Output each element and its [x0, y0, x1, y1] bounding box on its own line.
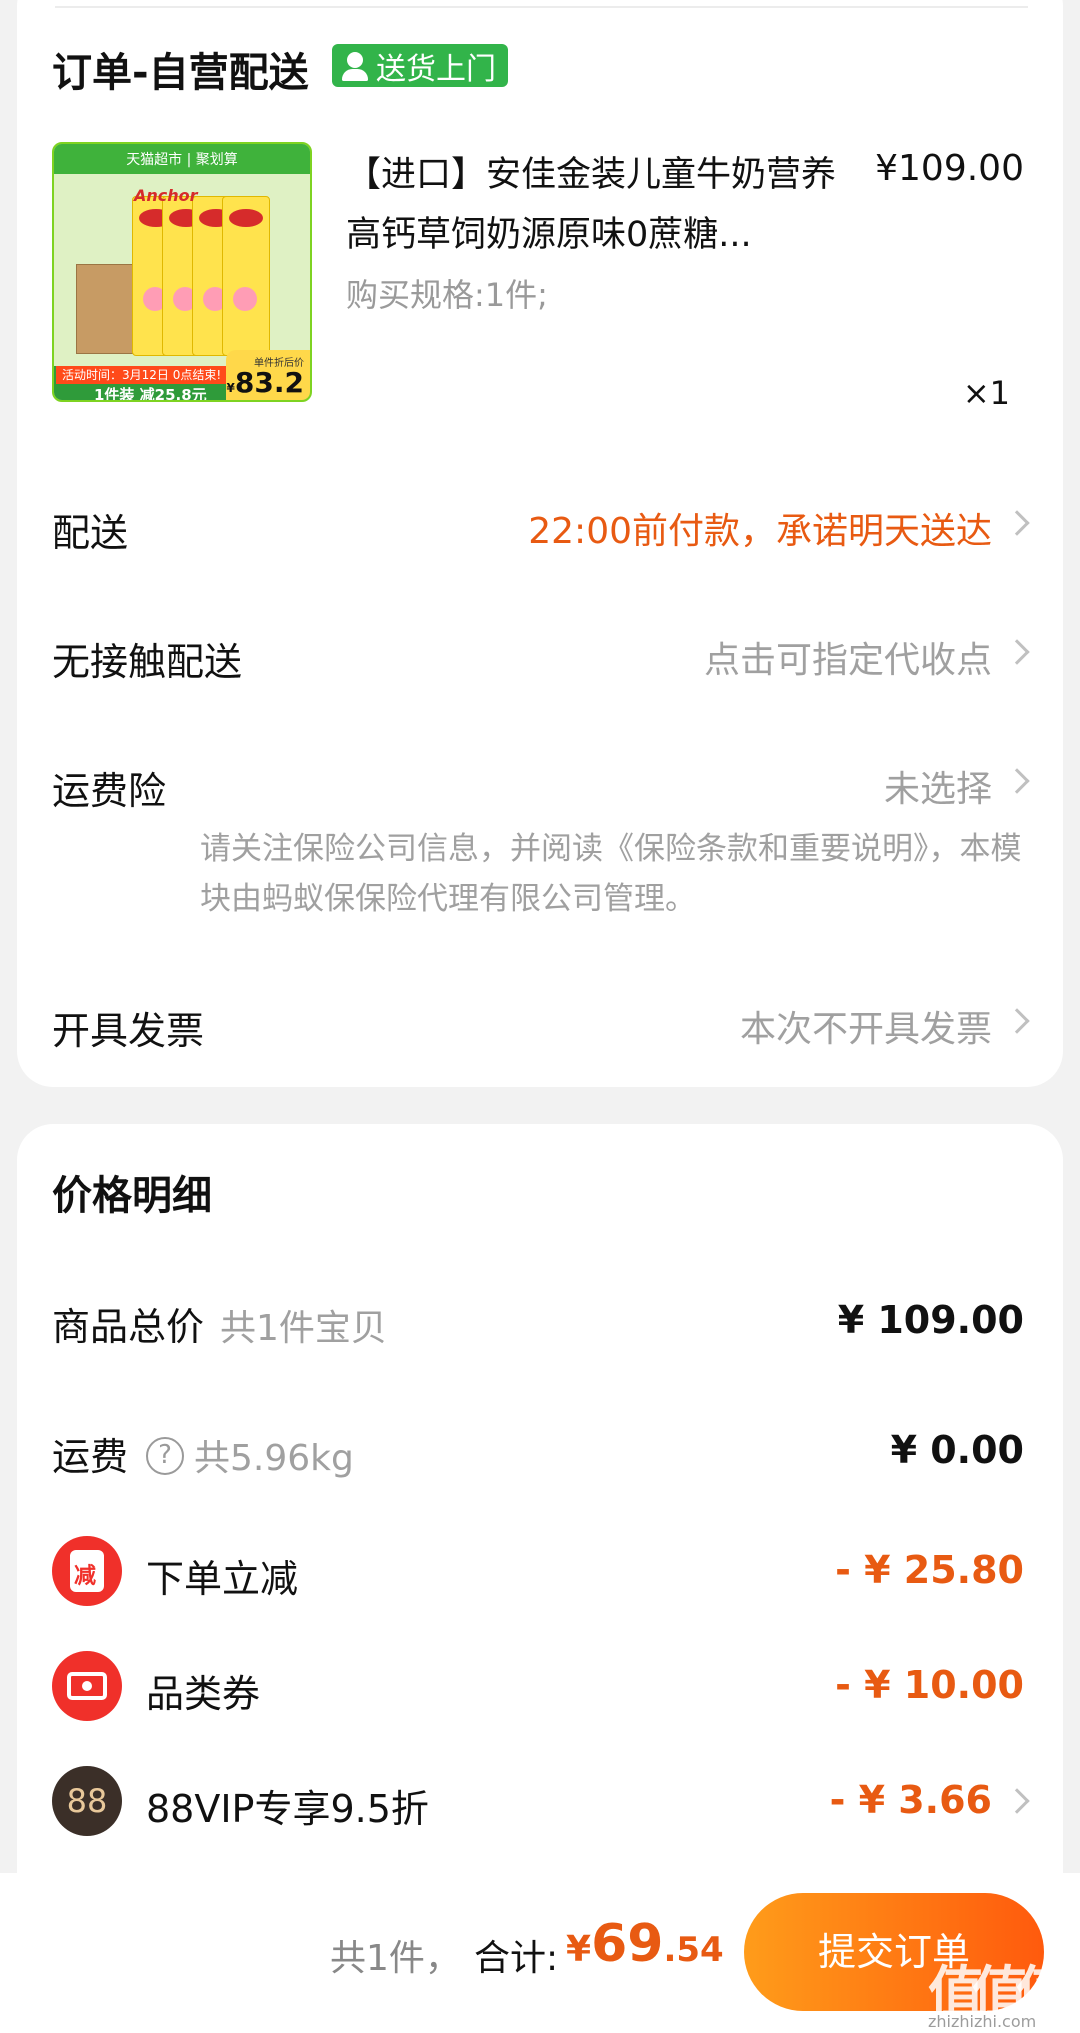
product-spec: 购买规格:1件; — [346, 276, 548, 314]
delivery-badge: 送货上门 — [332, 44, 508, 87]
product-qty: ×1 — [962, 374, 1010, 412]
image-deal: 1件装 减25.8元 — [94, 386, 207, 402]
vip-88-icon: 88 — [52, 1766, 122, 1836]
image-banner: 天猫超市 | 聚划算 — [54, 144, 310, 174]
contactless-label: 无接触配送 — [52, 640, 243, 684]
insurance-note[interactable]: 请关注保险公司信息，并阅读《保险条款和重要说明》，本模块由蚂蚁保保险代理有限公司… — [200, 824, 1030, 924]
contactless-value[interactable]: 点击可指定代收点 — [704, 631, 992, 683]
discount-jar-icon: 减 — [52, 1536, 122, 1606]
invoice-label: 开具发票 — [52, 1009, 205, 1053]
insurance-label: 运费险 — [52, 769, 167, 813]
invoice-value[interactable]: 本次不开具发票 — [740, 1000, 992, 1052]
coupon-value: - ¥ 10.00 — [835, 1663, 1024, 1707]
goods-total-label: 商品总价 共1件宝贝 — [52, 1305, 387, 1349]
image-date: 活动时间：3月12日 0点结束! — [56, 366, 228, 384]
shipping-value: ¥ 0.00 — [890, 1428, 1024, 1472]
total-amount: ¥69.54 — [566, 1914, 724, 1974]
image-price: ¥83.2 — [226, 366, 304, 399]
shipping-weight: 共5.96kg — [194, 1438, 354, 1479]
product-image[interactable]: 天猫超市 | 聚划算 Anchor 活动时间：3月12日 0点结束! 1件装 减… — [52, 142, 312, 402]
coupon-label: 品类券 — [146, 1672, 261, 1716]
price-detail-title: 价格明细 — [52, 1173, 212, 1219]
discount-value: - ¥ 25.80 — [835, 1548, 1024, 1592]
delivery-badge-label: 送货上门 — [376, 51, 496, 87]
divider — [55, 6, 1028, 8]
vip-discount-value[interactable]: - ¥ 3.66 — [830, 1778, 992, 1822]
product-price: ¥109.00 — [875, 148, 1024, 189]
delivery-value[interactable]: 22:00前付款，承诺明天送达 — [528, 502, 992, 554]
coupon-ticket-icon — [52, 1651, 122, 1721]
goods-count: 共1件宝贝 — [220, 1308, 387, 1349]
order-title: 订单-自营配送 — [52, 50, 309, 96]
help-icon[interactable]: ? — [146, 1436, 185, 1475]
insurance-value[interactable]: 未选择 — [884, 760, 992, 812]
watermark: 值 值 值 zhizhizhi.com — [928, 1961, 1072, 2031]
image-pack — [222, 196, 270, 356]
total-label: 合计: — [474, 1938, 559, 1979]
delivery-label: 配送 — [52, 511, 129, 555]
product-title[interactable]: 【进口】安佳金装儿童牛奶营养高钙草饲奶源原味0蔗糖... — [346, 145, 866, 265]
vip-discount-label: 88VIP专享9.5折 — [146, 1787, 429, 1831]
image-brand: Anchor — [134, 186, 198, 205]
goods-total-value: ¥ 109.00 — [837, 1298, 1024, 1342]
shipping-label: 运费? 共5.96kg — [52, 1435, 354, 1479]
item-count: 共1件， — [330, 1938, 461, 1979]
discount-label: 下单立减 — [146, 1557, 299, 1601]
person-icon — [340, 50, 370, 82]
